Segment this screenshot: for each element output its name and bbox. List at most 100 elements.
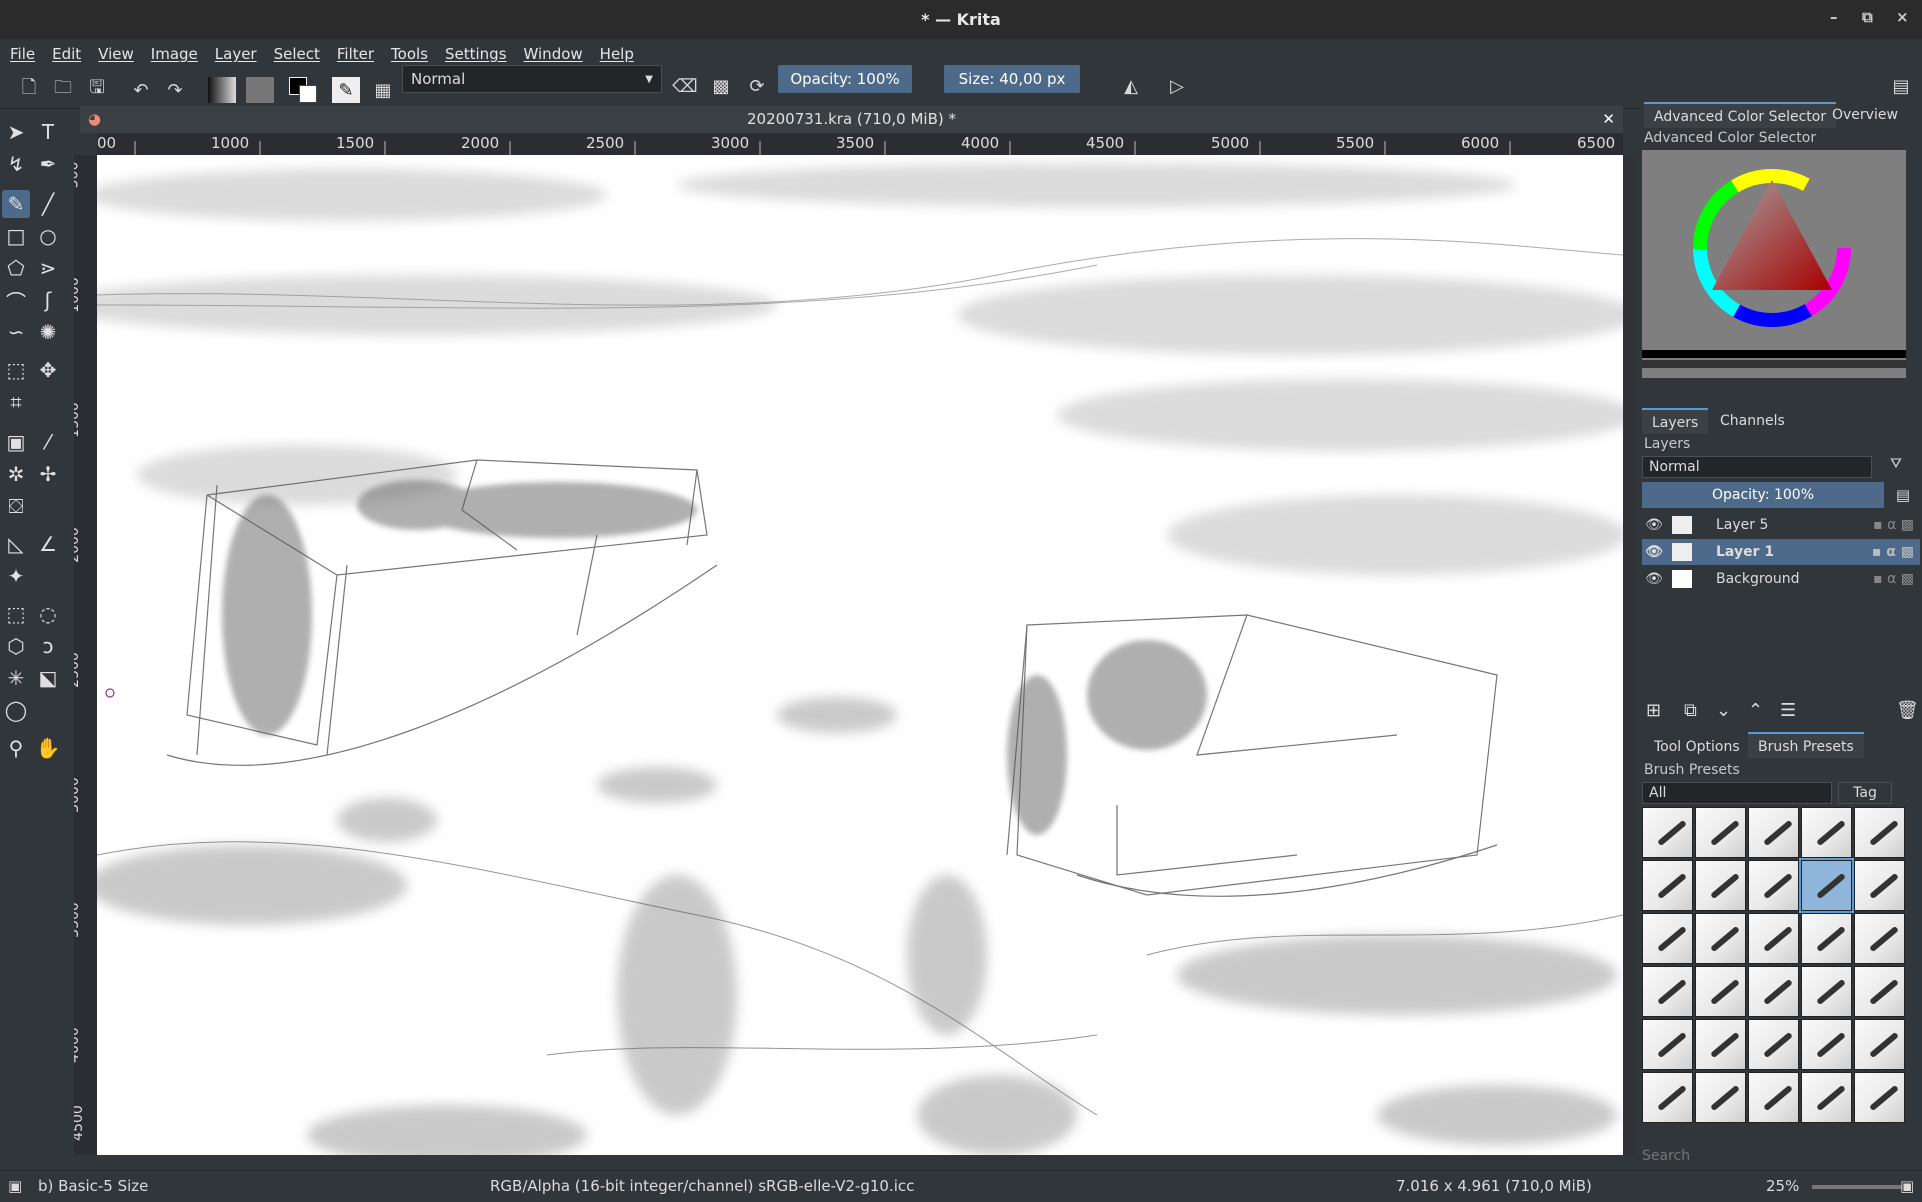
zoom-handle-icon[interactable]: ▣ [1900,1177,1914,1195]
filter-icon[interactable]: ⛛ [1878,456,1914,478]
tab-advanced-color-selector[interactable]: Advanced Color Selector [1644,102,1837,128]
menu-help[interactable]: Help [600,45,634,63]
lock-alpha-icons[interactable]: ▪ α ▩ [1873,517,1914,533]
line-tool-icon[interactable]: ╱ [34,190,62,218]
current-brush-name[interactable]: b) Basic-5 Size [38,1177,148,1195]
brush-preset-selected[interactable] [1799,858,1854,913]
close-icon[interactable]: × [1896,8,1909,26]
brush-preset[interactable] [1748,913,1799,964]
menu-edit[interactable]: Edit [52,45,81,63]
close-document-icon[interactable]: ✕ [1602,106,1615,133]
eye-icon[interactable]: 👁 [1642,571,1666,587]
tab-channels[interactable]: Channels [1710,408,1795,434]
document-tab[interactable]: ◕ 20200731.kra (710,0 MiB) * ✕ [80,106,1623,133]
open-folder-icon[interactable]: 🗀 [50,77,76,103]
ellipse-tool-icon[interactable]: ○ [34,222,62,250]
brush-preset[interactable] [1748,807,1799,858]
mirror-horizontal-icon[interactable]: ◭ [1118,73,1144,99]
contiguous-select-icon[interactable]: ✳ [2,664,30,692]
eye-icon[interactable]: 👁 [1642,544,1666,560]
menu-view[interactable]: View [98,45,134,63]
brush-preset[interactable] [1801,807,1852,858]
multibrush-icon[interactable]: ✺ [34,318,62,346]
menu-file[interactable]: File [10,45,35,63]
brush-preset[interactable] [1854,1019,1905,1070]
reference-tool-icon[interactable]: ✦ [2,562,30,590]
freehand-brush-icon[interactable]: ✎ [2,190,30,218]
tab-brush-presets[interactable]: Brush Presets [1748,732,1864,758]
crop-tool-icon[interactable]: ⌗ [2,388,30,416]
brush-preset[interactable] [1748,860,1799,911]
similar-select-icon[interactable]: ⬕ [34,664,62,692]
gradient-selector[interactable] [208,77,236,103]
blend-mode-select[interactable]: Normal ▼ [402,65,662,93]
new-document-icon[interactable]: 🗋 [16,77,42,103]
move-tool-icon[interactable]: ✥ [34,356,62,384]
brush-search-input[interactable] [1642,1146,1912,1166]
layer-row-layer1[interactable]: 👁 Layer 1 ▪ α ▩ [1642,539,1920,565]
brush-preset[interactable] [1801,1072,1852,1123]
menu-layer[interactable]: Layer [215,45,257,63]
eye-icon[interactable]: 👁 [1642,517,1666,533]
menu-window[interactable]: Window [524,45,583,63]
polygon-select-icon[interactable]: ⬡ [2,632,30,660]
brush-preset-icon[interactable]: ✎ [332,77,360,103]
redo-icon[interactable]: ↷ [162,77,188,103]
brush-preset[interactable] [1642,860,1693,911]
opacity-slider[interactable]: Opacity: 100% [778,65,912,93]
layer-name[interactable]: Layer 1 [1716,544,1774,560]
brush-preset[interactable] [1695,913,1746,964]
menu-image[interactable]: Image [151,45,198,63]
tab-overview[interactable]: Overview [1822,102,1908,128]
lock-alpha-icons[interactable]: ▪ α ▩ [1872,544,1914,560]
brush-preset[interactable] [1642,807,1693,858]
color-selector-panel[interactable] [1642,150,1906,378]
brush-preset[interactable] [1748,966,1799,1017]
minimize-icon[interactable]: – [1830,8,1838,26]
brush-preset[interactable] [1642,913,1693,964]
brush-preset[interactable] [1854,807,1905,858]
fill-tool-icon[interactable]: ⛋ [2,492,30,520]
polygon-tool-icon[interactable]: ⬠ [2,254,30,282]
pan-tool-icon[interactable]: ✋ [34,734,62,762]
move-layer-up-icon[interactable]: ⌃ [1748,700,1763,721]
zoom-level[interactable]: 25% [1766,1177,1799,1195]
zoom-tool-icon[interactable]: ⚲ [2,734,30,762]
select-shapes-icon[interactable]: ➤ [2,118,30,146]
calligraphy-icon[interactable]: ✒ [34,150,62,178]
save-icon[interactable]: 🖫 [84,77,110,103]
brush-preset[interactable] [1801,1019,1852,1070]
add-layer-icon[interactable]: ⊞ [1646,700,1661,721]
canvas-vertical-scrollbar[interactable] [1623,155,1636,1155]
smart-patch-icon[interactable]: ✲ [2,460,30,488]
restore-icon[interactable]: ⧉ [1862,8,1873,26]
bezier-tool-icon[interactable]: ⌒ [2,286,30,314]
horizontal-ruler[interactable]: 00 1000 1500 2000 2500 3000 3500 4000 45… [97,133,1623,155]
brush-size-slider[interactable]: Size: 40,00 px [944,65,1080,93]
colorize-mask-icon[interactable]: ✢ [34,460,62,488]
reload-preset-icon[interactable]: ⟳ [744,73,770,99]
transform-tool-icon[interactable]: ⬚ [2,356,30,384]
delete-layer-icon[interactable]: 🗑 [1896,700,1919,721]
brush-preset[interactable] [1695,1019,1746,1070]
layer-name[interactable]: Background [1716,571,1800,587]
brush-preset[interactable] [1695,1072,1746,1123]
assistant-tool-icon[interactable]: ◺ [2,530,30,558]
zoom-slider[interactable] [1812,1185,1902,1189]
undo-icon[interactable]: ↶ [128,77,154,103]
layer-row-background[interactable]: 👁 Background ▪ α ▩ [1642,566,1920,592]
rect-select-icon[interactable]: ⬚ [2,600,30,628]
menu-tools[interactable]: Tools [391,45,428,63]
dynamic-brush-icon[interactable]: ∽ [2,318,30,346]
vertical-ruler[interactable]: 500 1000 1500 2000 2500 3000 3500 4000 4… [74,155,97,1155]
brush-preset[interactable] [1695,860,1746,911]
move-layer-down-icon[interactable]: ⌄ [1716,700,1731,721]
layer-settings-icon[interactable]: ☰ [1780,700,1796,721]
layer-row-layer5[interactable]: 👁 Layer 5 ▪ α ▩ [1642,512,1920,538]
brush-preset[interactable] [1748,1072,1799,1123]
freehand-path-icon[interactable]: ʃ [34,286,62,314]
eraser-mode-icon[interactable]: ⌫ [672,73,698,99]
gradient-tool-icon[interactable]: ▣ [2,428,30,456]
workspace-chooser-icon[interactable]: ▤ [1888,73,1914,99]
brush-preset[interactable] [1642,966,1693,1017]
